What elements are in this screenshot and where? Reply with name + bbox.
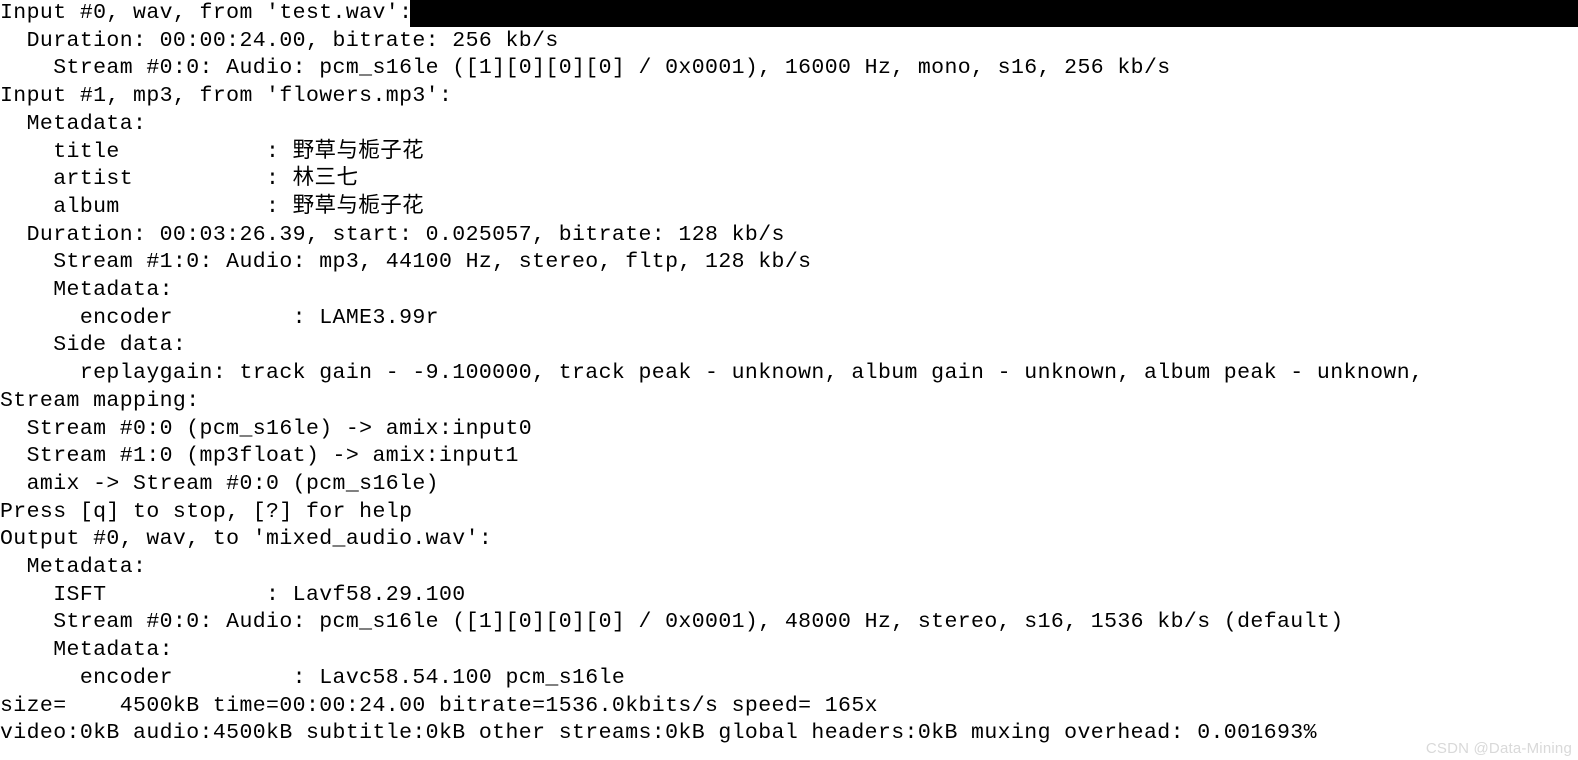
watermark: CSDN @Data-Mining bbox=[1426, 740, 1572, 757]
terminal-line: encoder : LAME3.99r bbox=[0, 305, 1578, 333]
terminal-line: Stream mapping: bbox=[0, 388, 1578, 416]
terminal-line: Metadata: bbox=[0, 637, 1578, 665]
terminal-line: size= 4500kB time=00:00:24.00 bitrate=15… bbox=[0, 693, 1578, 721]
terminal-line: video:0kB audio:4500kB subtitle:0kB othe… bbox=[0, 720, 1578, 748]
terminal-line: Input #1, mp3, from 'flowers.mp3': bbox=[0, 83, 1578, 111]
terminal-text: Input #0, wav, from 'test.wav': bbox=[0, 1, 412, 25]
terminal-line: artist : 林三七 bbox=[0, 166, 1578, 194]
terminal-line: Metadata: bbox=[0, 554, 1578, 582]
terminal-line: album : 野草与栀子花 bbox=[0, 194, 1578, 222]
terminal-line: amix -> Stream #0:0 (pcm_s16le) bbox=[0, 471, 1578, 499]
terminal-line: Output #0, wav, to 'mixed_audio.wav': bbox=[0, 526, 1578, 554]
terminal-line: Duration: 00:00:24.00, bitrate: 256 kb/s bbox=[0, 28, 1578, 56]
terminal-line: Side data: bbox=[0, 332, 1578, 360]
terminal-line: title : 野草与栀子花 bbox=[0, 139, 1578, 167]
terminal-line: replaygain: track gain - -9.100000, trac… bbox=[0, 360, 1578, 388]
terminal-line: Stream #0:0: Audio: pcm_s16le ([1][0][0]… bbox=[0, 55, 1578, 83]
terminal-line: Duration: 00:03:26.39, start: 0.025057, … bbox=[0, 222, 1578, 250]
terminal-line: encoder : Lavc58.54.100 pcm_s16le bbox=[0, 665, 1578, 693]
terminal-line: Stream #1:0: Audio: mp3, 44100 Hz, stere… bbox=[0, 249, 1578, 277]
terminal-line: Stream #0:0 (pcm_s16le) -> amix:input0 bbox=[0, 416, 1578, 444]
terminal-line: Press [q] to stop, [?] for help bbox=[0, 499, 1578, 527]
terminal-line: Stream #1:0 (mp3float) -> amix:input1 bbox=[0, 443, 1578, 471]
redaction-bar bbox=[410, 0, 1578, 27]
terminal-output: Input #0, wav, from 'test.wav': Duration… bbox=[0, 0, 1578, 748]
terminal-line: Metadata: bbox=[0, 111, 1578, 139]
terminal-line: ISFT : Lavf58.29.100 bbox=[0, 582, 1578, 610]
terminal-line: Metadata: bbox=[0, 277, 1578, 305]
terminal-line: Stream #0:0: Audio: pcm_s16le ([1][0][0]… bbox=[0, 609, 1578, 637]
terminal-line: Input #0, wav, from 'test.wav': bbox=[0, 0, 1578, 28]
